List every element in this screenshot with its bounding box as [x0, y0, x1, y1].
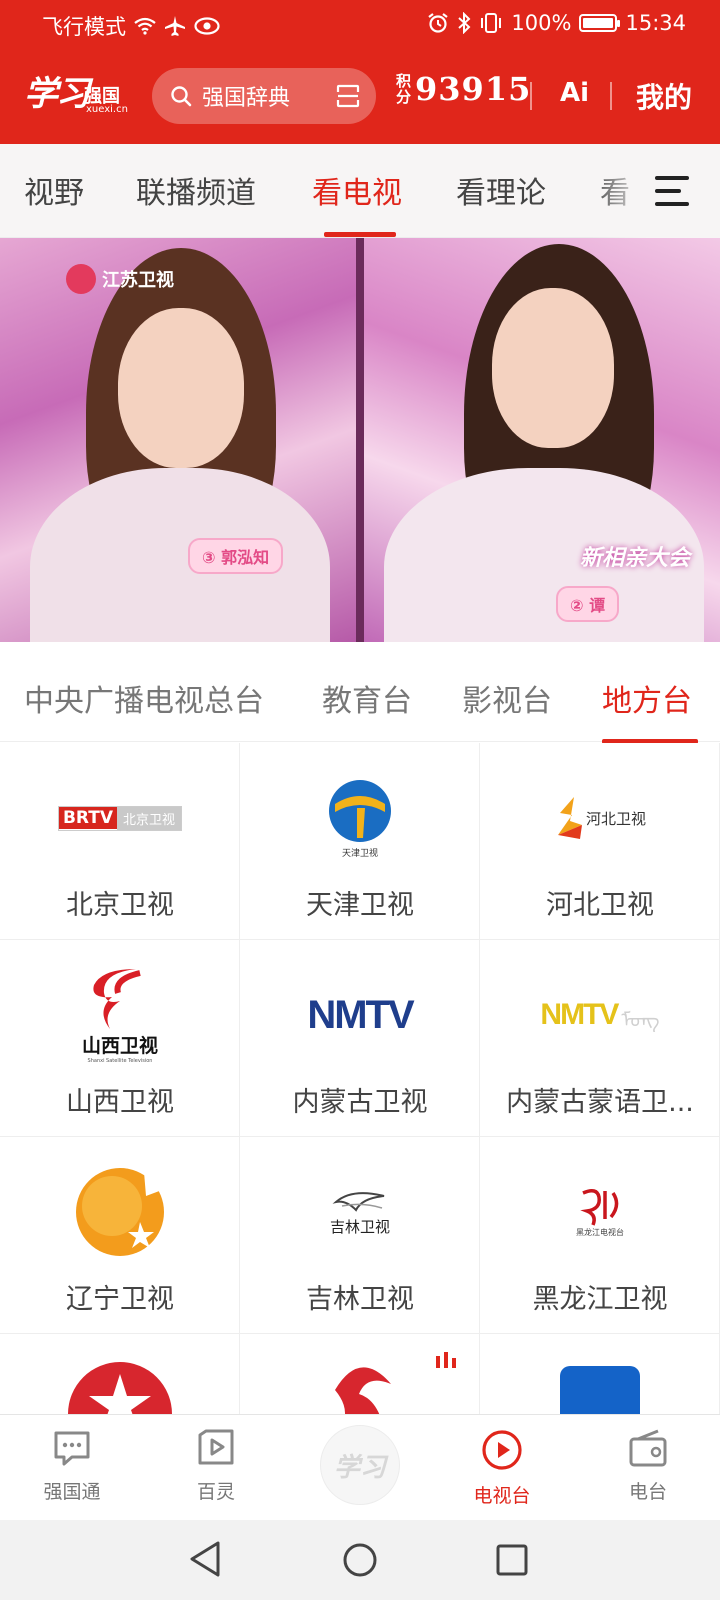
jiangsu-tv-logo-icon — [280, 1354, 440, 1415]
channel-grid: BRTV 北京卫视 北京卫视 天津卫视 天津卫视 河北卫视 河北卫视 山西卫视 … — [0, 743, 720, 1415]
nav-radio[interactable]: 电台 — [598, 1429, 698, 1504]
vibrate-icon — [479, 12, 503, 34]
channel-card-partial-3[interactable] — [480, 1334, 720, 1415]
nav-tv[interactable]: 电视台 — [452, 1429, 552, 1508]
nav-bailing[interactable]: 百灵 — [166, 1429, 266, 1504]
tab-cctv[interactable]: 中央广播电视总台 — [24, 676, 264, 720]
category-tab-bar: 中央广播电视总台 教育台 影视台 地方台 — [0, 642, 720, 744]
eye-icon — [194, 17, 220, 35]
channel-name: 吉林卫视 — [306, 1284, 414, 1315]
bottom-nav: 强国通 百灵 学习 电视台 电台 — [0, 1414, 720, 1520]
clock: 15:34 — [625, 11, 686, 35]
channel-card-shanxi[interactable]: 山西卫视 Shanxi Satellite Television 山西卫视 — [0, 940, 240, 1137]
heilongjiang-tv-logo-icon: 黑龙江电视台 — [520, 1157, 680, 1267]
red-star-logo-icon — [40, 1354, 200, 1415]
points-label: 积 分 — [396, 72, 412, 106]
tab-local[interactable]: 地方台 — [602, 676, 692, 720]
show-watermark: 新相亲大会 — [580, 546, 691, 571]
channel-card-heilongjiang[interactable]: 黑龙江电视台 黑龙江卫视 — [480, 1137, 720, 1334]
live-signal-icon — [435, 1350, 457, 1372]
tab-education[interactable]: 教育台 — [322, 676, 412, 720]
scan-icon[interactable] — [336, 84, 360, 112]
nmtv-logo-icon: NMTV — [307, 992, 414, 1037]
play-square-icon — [166, 1429, 266, 1471]
channel-card-partial-1[interactable] — [0, 1334, 240, 1415]
tab-kanlilun[interactable]: 看理论 — [456, 168, 546, 212]
points-value: 93915 — [415, 70, 532, 108]
video-frame-right — [364, 238, 720, 642]
channel-card-partial-2[interactable] — [240, 1334, 480, 1415]
channel-name: 天津卫视 — [306, 890, 414, 921]
recents-icon[interactable] — [496, 1544, 528, 1580]
top-tab-bar: 视野 联播频道 看电视 看理论 看 — [0, 144, 720, 238]
logo-script: 学习 — [24, 74, 90, 114]
contestant-tag-left: ③ 郭泓知 — [188, 538, 284, 574]
video-player[interactable]: 江苏卫视 ③ 郭泓知 ② 谭 新相亲大会 — [0, 238, 720, 642]
brtv-logo-icon: BRTV 北京卫视 — [40, 763, 200, 873]
airplane-mode-label: 飞行模式 — [42, 15, 126, 39]
mine-button[interactable]: 我的 — [636, 76, 692, 116]
battery-percent: 100% — [511, 11, 572, 35]
app-header: 飞行模式 100% 15:34 学习 强国 xuexi.cn 强国辞典 积 分 … — [0, 0, 720, 144]
search-icon — [170, 85, 192, 107]
channel-name: 河北卫视 — [546, 890, 654, 921]
home-icon[interactable] — [342, 1542, 378, 1582]
channel-card-hebei[interactable]: 河北卫视 河北卫视 — [480, 743, 720, 940]
nav-qiangguotong[interactable]: 强国通 — [22, 1429, 122, 1504]
tab-kandianshi[interactable]: 看电视 — [312, 168, 402, 212]
status-bar: 飞行模式 100% 15:34 — [0, 0, 720, 48]
hebei-tv-logo-icon: 河北卫视 — [520, 763, 680, 873]
battery-icon — [579, 14, 621, 32]
logo-domain: xuexi.cn — [86, 104, 128, 115]
search-box[interactable]: 强国辞典 — [152, 68, 376, 124]
channel-watermark: 江苏卫视 — [66, 264, 174, 294]
alarm-icon — [427, 12, 449, 34]
channel-card-beijing[interactable]: BRTV 北京卫视 北京卫视 — [0, 743, 240, 940]
nmtv-mongolian-logo-icon: NMTV ᠮᠣᠩ — [540, 998, 660, 1032]
tab-shiye[interactable]: 视野 — [24, 168, 84, 212]
channel-card-jilin[interactable]: 吉林卫视 吉林卫视 — [240, 1137, 480, 1334]
liaoning-tv-logo-icon — [40, 1157, 200, 1267]
radio-icon — [598, 1429, 698, 1471]
wifi-icon — [134, 17, 156, 35]
ai-button[interactable]: Ai — [560, 78, 589, 108]
channel-card-neimenggu[interactable]: NMTV 内蒙古卫视 — [240, 940, 480, 1137]
tab-lianbo[interactable]: 联播频道 — [136, 168, 256, 212]
channel-card-neimenggu-mongolian[interactable]: NMTV ᠮᠣᠩ 内蒙古蒙语卫... — [480, 940, 720, 1137]
app-bar: 学习 强国 xuexi.cn 强国辞典 积 分 93915 Ai 我的 — [0, 60, 720, 132]
channel-card-tianjin[interactable]: 天津卫视 天津卫视 — [240, 743, 480, 940]
tab-film[interactable]: 影视台 — [462, 676, 552, 720]
system-nav-bar — [0, 1520, 720, 1600]
channel-name: 北京卫视 — [66, 890, 174, 921]
contestant-tag-right: ② 谭 — [556, 586, 620, 622]
points-display[interactable]: 积 分 93915 — [396, 70, 531, 108]
channel-name: 内蒙古蒙语卫... — [506, 1087, 694, 1118]
back-icon[interactable] — [188, 1540, 222, 1582]
airplane-icon — [164, 15, 186, 37]
video-frame-left — [0, 238, 356, 642]
shanxi-tv-logo-icon: 山西卫视 Shanxi Satellite Television — [40, 960, 200, 1070]
mongolian-script-mark: ᠮᠣᠩ — [621, 1007, 660, 1032]
tianjin-tv-logo-icon: 天津卫视 — [280, 763, 440, 873]
tv-play-icon — [452, 1429, 552, 1475]
divider — [530, 82, 532, 110]
jilin-tv-logo-icon: 吉林卫视 — [280, 1157, 440, 1267]
divider — [610, 82, 612, 110]
channel-name: 内蒙古卫视 — [292, 1087, 428, 1118]
channel-name: 山西卫视 — [66, 1087, 174, 1118]
active-tab-indicator — [324, 232, 396, 237]
split-seam — [356, 238, 364, 642]
jiangsu-logo-icon — [66, 264, 96, 294]
search-placeholder: 强国辞典 — [202, 86, 291, 111]
channel-card-liaoning[interactable]: 辽宁卫视 — [0, 1137, 240, 1334]
blue-square-logo-icon — [520, 1354, 680, 1415]
channel-name: 黑龙江卫视 — [532, 1284, 668, 1315]
bluetooth-icon — [457, 12, 471, 34]
channel-name: 辽宁卫视 — [66, 1284, 174, 1315]
xuexi-logo-icon[interactable]: 学习 — [320, 1425, 400, 1505]
menu-icon[interactable] — [655, 176, 689, 206]
chat-icon — [22, 1429, 122, 1471]
xuexi-logo[interactable]: 学习 强国 xuexi.cn — [24, 66, 136, 118]
